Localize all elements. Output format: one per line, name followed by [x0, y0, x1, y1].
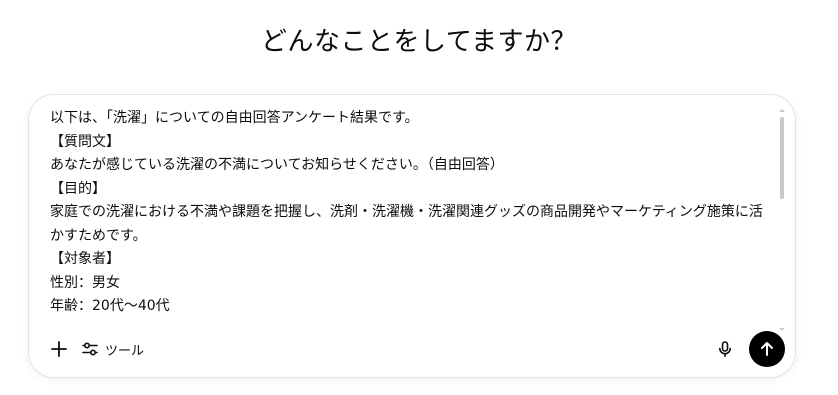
prompt-text-line: 年齢：20代〜40代: [50, 298, 170, 314]
prompt-text-line: 【質問文】: [50, 133, 120, 150]
tools-label: ツール: [105, 343, 145, 359]
arrow-up-icon: [761, 342, 773, 356]
tools-button[interactable]: ツール: [75, 333, 152, 365]
prompt-text-line: 家庭での洗濯における不満や課題を把握し、洗剤・洗濯機・洗濯関連グッズの商品開発や…: [50, 204, 763, 220]
prompt-textarea[interactable]: 以下は、「洗濯」についての自由回答アンケート結果です。 【質問文】 あなたが感じ…: [50, 107, 778, 329]
prompt-text-line: 【目的】: [50, 180, 106, 197]
scroll-up-arrow[interactable]: [779, 109, 785, 112]
prompt-text-line: 【対象者】: [50, 251, 120, 267]
page-heading: どんなことをしてますか？: [261, 27, 577, 57]
prompt-text-line: 以下は、「洗濯」についての自由回答アンケート結果です。: [50, 110, 419, 126]
prompt-composer: 以下は、「洗濯」についての自由回答アンケート結果です。 【質問文】 あなたが感じ…: [28, 94, 796, 378]
composer-toolbar-left: ツール: [43, 333, 152, 365]
sliders-icon: [82, 342, 98, 356]
composer-toolbar-right: [709, 331, 785, 367]
textarea-scrollbar[interactable]: [779, 109, 785, 331]
send-button[interactable]: [749, 331, 785, 367]
prompt-text-line: 性別：男女: [50, 274, 120, 291]
prompt-text-line: あなたが感じている洗濯の不満についてお知らせください。（自由回答）: [50, 157, 504, 173]
page: どんなことをしてますか？ 以下は、「洗濯」についての自由回答アンケート結果です。…: [0, 0, 838, 395]
add-button[interactable]: [43, 333, 75, 365]
prompt-text-line: かすためです。: [50, 227, 147, 244]
scroll-thumb[interactable]: [780, 117, 784, 199]
microphone-icon: [719, 341, 731, 357]
microphone-button[interactable]: [709, 333, 741, 365]
plus-icon: [51, 341, 67, 357]
